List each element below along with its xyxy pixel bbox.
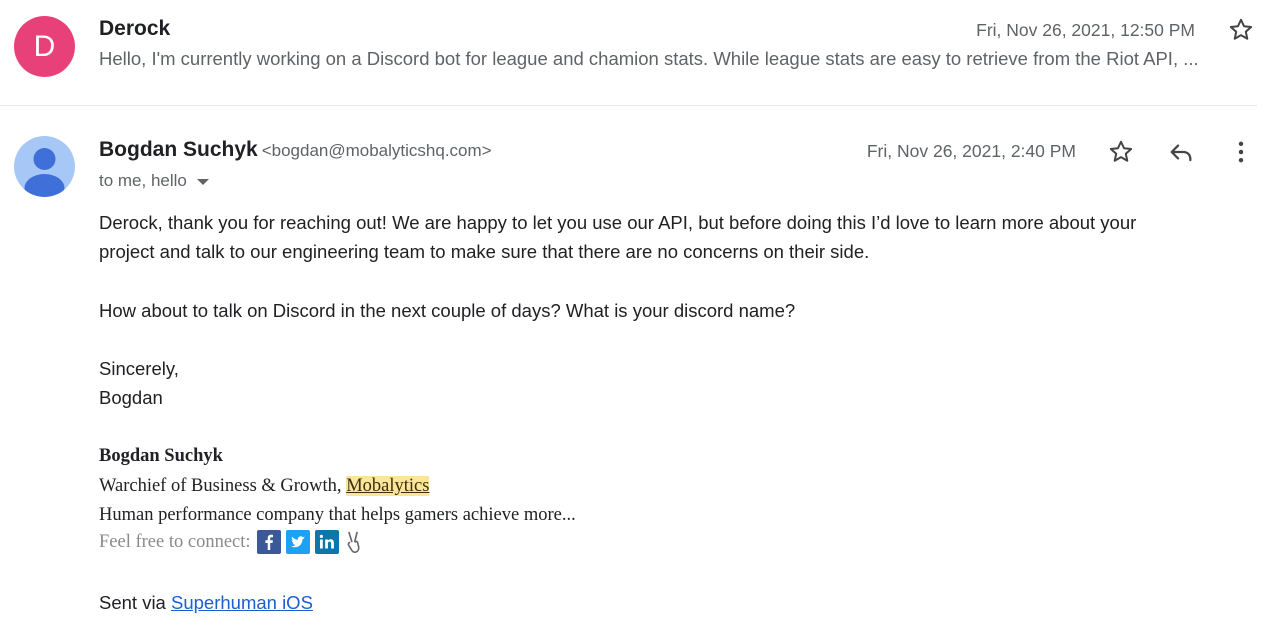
person-icon	[24, 148, 65, 197]
signature-tagline: Human performance company that helps gam…	[99, 505, 576, 525]
sent-via-line: Sent via Superhuman iOS	[99, 592, 313, 614]
signature-name: Bogdan Suchyk	[99, 446, 223, 466]
body-line: Derock, thank you for reaching out! We a…	[99, 212, 1137, 233]
signature-connect-row: Feel free to connect:	[99, 530, 364, 554]
sender-name-collapsed[interactable]: Derock	[99, 17, 170, 41]
company-link[interactable]: Mobalytics	[346, 476, 430, 496]
message-divider	[0, 105, 1257, 106]
signature-title-text: Warchief of Business & Growth,	[99, 476, 347, 496]
message-snippet[interactable]: Hello, I'm currently working on a Discor…	[99, 48, 1257, 70]
twitter-icon[interactable]	[285, 530, 310, 554]
facebook-icon[interactable]	[256, 530, 281, 554]
chevron-down-icon[interactable]	[196, 179, 209, 185]
recipients-dropdown[interactable]: to me, hello	[99, 171, 209, 191]
closing-line: Sincerely,	[99, 358, 179, 379]
sender-avatar-derock: D	[14, 16, 75, 77]
sender-line: Bogdan Suchyk <bogdan@mobalyticshq.com>	[99, 138, 492, 162]
closing: Sincerely, Bogdan	[99, 354, 179, 412]
closing-name: Bogdan	[99, 387, 163, 408]
sender-email: <bogdan@mobalyticshq.com>	[261, 141, 492, 160]
superhuman-link[interactable]: Superhuman iOS	[171, 592, 313, 613]
sender-name[interactable]: Bogdan Suchyk	[99, 138, 258, 161]
body-paragraph-2: How about to talk on Discord in the next…	[99, 300, 796, 321]
body-paragraph-1: Derock, thank you for reaching out! We a…	[99, 208, 1219, 266]
reply-icon[interactable]	[1166, 137, 1196, 167]
sender-avatar-bogdan	[14, 136, 75, 197]
recipients-label: to me, hello	[99, 171, 187, 190]
body-line: project and talk to our engineering team…	[99, 241, 870, 262]
more-options-icon[interactable]	[1226, 137, 1256, 167]
star-icon[interactable]	[1106, 137, 1136, 167]
star-icon[interactable]	[1227, 16, 1255, 44]
sent-via-label: Sent via	[99, 592, 171, 613]
message-date-collapsed: Fri, Nov 26, 2021, 12:50 PM	[976, 20, 1195, 40]
signature-title: Warchief of Business & Growth, Mobalytic…	[99, 476, 430, 497]
connect-label: Feel free to connect:	[99, 531, 251, 552]
message-date: Fri, Nov 26, 2021, 2:40 PM	[866, 141, 1076, 161]
peace-hand-icon[interactable]	[344, 530, 364, 554]
linkedin-icon[interactable]	[314, 530, 339, 554]
